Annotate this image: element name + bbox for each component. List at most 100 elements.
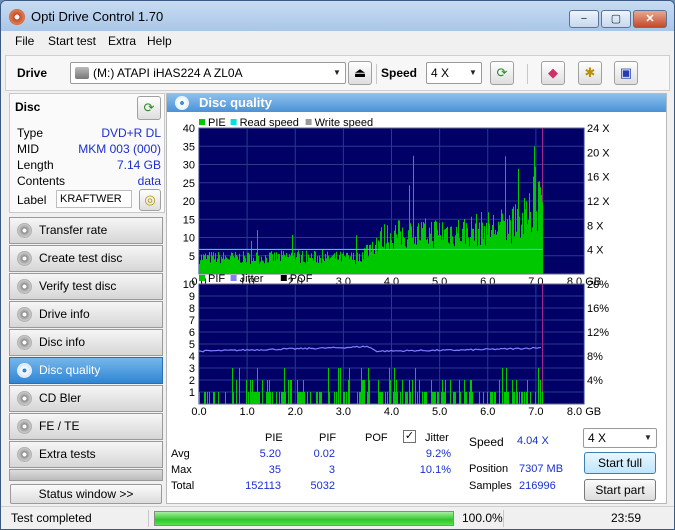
save-button[interactable]: ▣ xyxy=(614,61,638,85)
settings-button[interactable]: ✱ xyxy=(578,61,602,85)
y-tick-label: 5 xyxy=(189,251,195,263)
disc-label-key: Label xyxy=(17,193,47,207)
disc-icon xyxy=(17,363,32,378)
disc-type-value: DVD+R DL xyxy=(101,126,161,140)
nav-create-test-disc-button[interactable]: Create test disc xyxy=(9,245,163,272)
disc-length-key: Length xyxy=(17,158,54,172)
y2-tick-label: 4% xyxy=(587,375,603,387)
status-window-button[interactable]: Status window >> xyxy=(10,484,162,504)
disc-info-box: Disc ⟳ Type DVD+R DL MID MKM 003 (000) Len… xyxy=(9,93,165,213)
disc-mid-value: MKM 003 (000) xyxy=(78,142,161,156)
nav-disc-quality-button[interactable]: Disc quality xyxy=(9,357,163,384)
status-separator xyxy=(503,510,504,527)
menu-start-test[interactable]: Start test xyxy=(48,34,96,48)
disc-icon xyxy=(17,223,32,238)
stats-total-label: Total xyxy=(171,480,195,492)
stats-total-pie: 152113 xyxy=(245,480,281,492)
speed-label: Speed xyxy=(381,66,418,80)
drive-icon xyxy=(75,67,89,79)
nav-drive-info-button[interactable]: Drive info xyxy=(9,301,163,328)
x-tick-label: 5.0 xyxy=(432,406,447,418)
y-tick-label: 1 xyxy=(189,387,195,399)
stats-col-pif: PIF xyxy=(319,432,337,444)
nav-label: Disc info xyxy=(39,335,86,349)
disc-icon xyxy=(17,335,32,350)
legend-label-pof: POF xyxy=(290,273,313,285)
menu-file[interactable]: File xyxy=(15,34,34,48)
x-tick-label: 1.0 xyxy=(239,406,254,418)
legend-swatch-write-speed xyxy=(305,119,312,125)
eject-icon: ⏏ xyxy=(353,65,367,80)
y2-tick-label: 16% xyxy=(587,303,609,315)
panel-title: Disc quality xyxy=(199,95,272,110)
nav-transfer-rate-button[interactable]: Transfer rate xyxy=(9,217,163,244)
chevron-down-icon: ▼ xyxy=(644,433,652,442)
nav-label: FE / TE xyxy=(39,419,80,433)
test-speed-value: 4 X xyxy=(588,431,607,445)
legend-swatch-pif xyxy=(199,275,205,281)
disc-type-key: Type xyxy=(17,126,44,140)
disc-icon xyxy=(17,391,32,406)
speed-select[interactable]: 4 X ▼ xyxy=(426,62,482,84)
app-window: Opti Drive Control 1.70 − ▢ ✕ File Start… xyxy=(0,0,675,530)
stats-max-label: Max xyxy=(171,464,192,476)
nav-cd-bler-button[interactable]: CD Bler xyxy=(9,385,163,412)
nav-label: CD Bler xyxy=(39,391,82,405)
erase-button[interactable]: ◆ xyxy=(541,61,565,85)
eject-button[interactable]: ⏏ xyxy=(348,61,372,85)
legend-label-write-speed: Write speed xyxy=(315,117,374,129)
y-tick-label: 15 xyxy=(183,214,195,226)
jitter-checkbox[interactable]: ✓ xyxy=(403,430,416,443)
legend-label-pie: PIE xyxy=(208,117,226,129)
stats-col-jitter: Jitter xyxy=(425,432,449,444)
refresh-disc-button[interactable]: ⟳ xyxy=(137,96,161,120)
y2-tick-label: 12% xyxy=(587,327,609,339)
stats-avg-jitter: 9.2% xyxy=(425,448,451,460)
stats-avg-label: Avg xyxy=(171,448,190,460)
y-tick-label: 5 xyxy=(189,339,195,351)
y-tick-label: 25 xyxy=(183,178,195,190)
nav-extra-tests-button[interactable]: Extra tests xyxy=(9,441,163,468)
y2-tick-label: 20 X xyxy=(587,147,610,159)
nav-fe-te-button[interactable]: FE / TE xyxy=(9,413,163,440)
x-tick-label: 2.0 xyxy=(288,406,303,418)
minimize-button[interactable]: − xyxy=(569,10,599,28)
disc-icon xyxy=(17,307,32,322)
test-speed-select[interactable]: 4 X ▼ xyxy=(583,428,657,448)
y2-tick-label: 20% xyxy=(587,279,609,291)
y2-tick-label: 16 X xyxy=(587,172,610,184)
start-full-button[interactable]: Start full xyxy=(584,452,656,474)
edit-label-button[interactable]: ◎ xyxy=(139,189,161,211)
y-tick-label: 20 xyxy=(183,196,195,208)
y-tick-label: 6 xyxy=(189,327,195,339)
y-tick-label: 8 xyxy=(189,303,195,315)
disc-label-field[interactable]: KRAFTWER xyxy=(56,190,132,208)
close-button[interactable]: ✕ xyxy=(633,10,667,28)
maximize-button[interactable]: ▢ xyxy=(601,10,631,28)
disc-quality-icon xyxy=(175,96,189,110)
toolbar-separator xyxy=(527,64,528,84)
chevron-down-icon: ▼ xyxy=(469,68,477,77)
speed-select-value: 4 X xyxy=(431,66,450,80)
nav-verify-test-disc-button[interactable]: Verify test disc xyxy=(9,273,163,300)
y2-tick-label: 8 X xyxy=(587,220,604,232)
nav-label: Extra tests xyxy=(39,447,96,461)
y2-tick-label: 4 X xyxy=(587,245,604,257)
drive-select-value: (M:) ATAPI iHAS224 A ZL0A xyxy=(93,66,243,80)
nav-label: Drive info xyxy=(39,307,90,321)
refresh-speed-button[interactable]: ⟳ xyxy=(490,61,514,85)
progress-percent: 100.0% xyxy=(462,511,503,525)
speed-stat-value: 4.04 X xyxy=(517,435,549,447)
menu-extra[interactable]: Extra xyxy=(108,34,136,48)
legend-label-pif: PIF xyxy=(208,273,225,285)
refresh-icon: ⟳ xyxy=(143,100,155,115)
disc-icon: ◎ xyxy=(144,192,156,207)
x-tick-label: 3.0 xyxy=(336,406,351,418)
nav-disc-info-button[interactable]: Disc info xyxy=(9,329,163,356)
menu-help[interactable]: Help xyxy=(147,34,172,48)
x-tick-label: 0.0 xyxy=(191,406,206,418)
drive-select[interactable]: (M:) ATAPI iHAS224 A ZL0A ▼ xyxy=(70,62,346,84)
y-tick-label: 2 xyxy=(189,375,195,387)
start-part-button[interactable]: Start part xyxy=(584,479,656,501)
y-tick-label: 35 xyxy=(183,141,195,153)
